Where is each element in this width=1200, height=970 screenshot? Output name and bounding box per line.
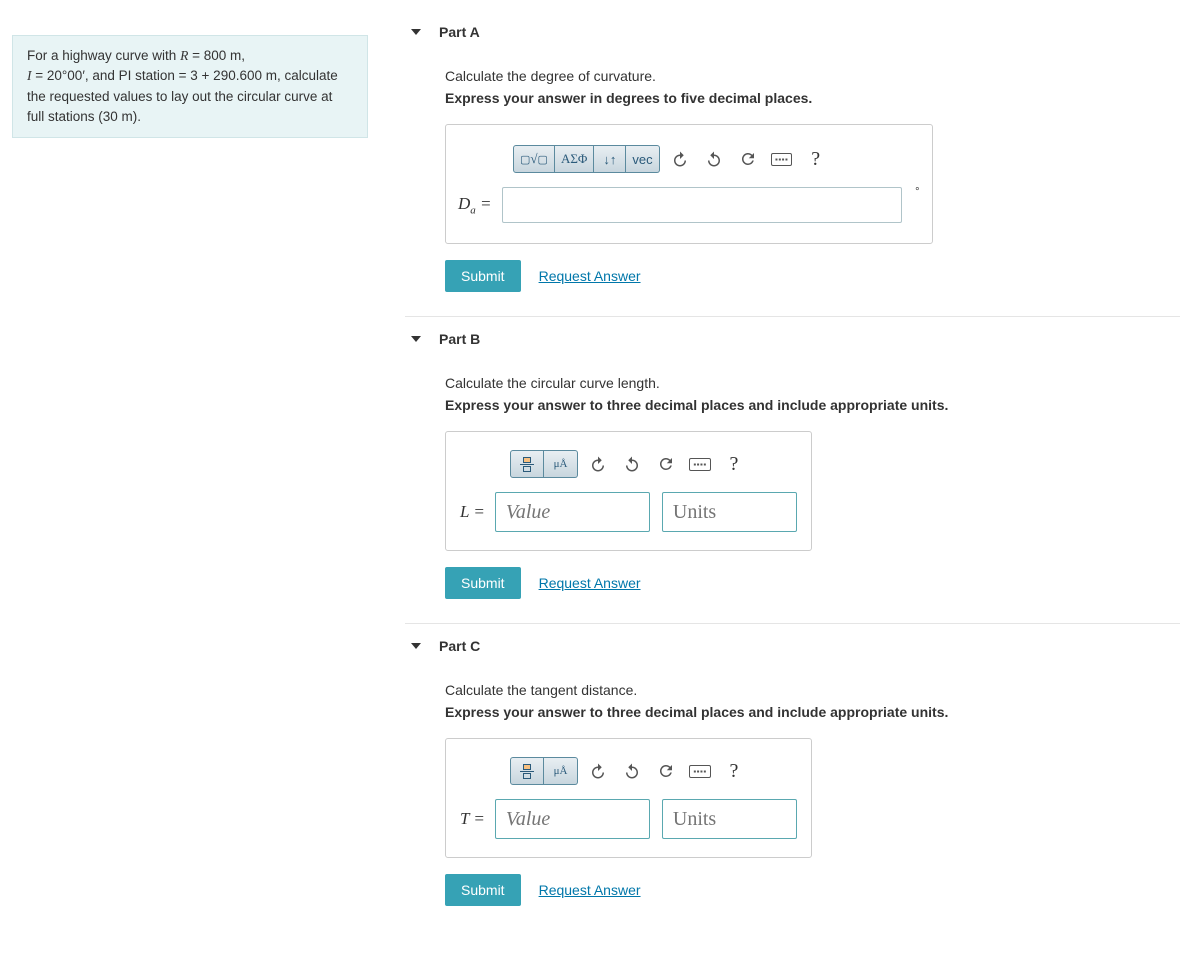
part-b-answer-frame: μÅ ▪▪▪▪ — [445, 431, 812, 551]
keyboard-button[interactable]: ▪▪▪▪ — [686, 450, 714, 478]
part-b: Part B Calculate the circular curve leng… — [405, 317, 1180, 624]
redo-button[interactable] — [618, 450, 646, 478]
question-statement: For a highway curve with R = 800 m, I = … — [12, 35, 368, 138]
reset-button[interactable] — [734, 145, 762, 173]
redo-button[interactable] — [700, 145, 728, 173]
part-b-units-input[interactable] — [662, 492, 797, 532]
reset-button[interactable] — [652, 757, 680, 785]
part-b-bold: Express your answer to three decimal pla… — [445, 397, 1180, 413]
part-b-instruction: Calculate the circular curve length. — [445, 375, 1180, 391]
keyboard-button[interactable]: ▪▪▪▪ — [686, 757, 714, 785]
part-a-header[interactable]: Part A — [405, 10, 1180, 54]
caret-down-icon — [411, 29, 421, 35]
greek-button[interactable]: ΑΣΦ — [555, 145, 594, 173]
part-b-value-input[interactable] — [495, 492, 650, 532]
degree-unit: ° — [915, 186, 919, 198]
fraction-template-button[interactable] — [510, 757, 544, 785]
part-a-title: Part A — [439, 24, 480, 40]
units-symbol-button[interactable]: μÅ — [544, 450, 578, 478]
caret-down-icon — [411, 336, 421, 342]
part-a-instruction: Calculate the degree of curvature. — [445, 68, 1180, 84]
part-a-answer-input[interactable] — [502, 187, 902, 223]
help-button[interactable]: ? — [720, 450, 748, 478]
redo-button[interactable] — [618, 757, 646, 785]
undo-button[interactable] — [584, 757, 612, 785]
help-button[interactable]: ? — [720, 757, 748, 785]
updown-button[interactable]: ↓↑ — [594, 145, 626, 173]
units-symbol-button[interactable]: μÅ — [544, 757, 578, 785]
part-a-var-label: Da = — [458, 194, 492, 216]
templates-button[interactable]: ▢√▢ — [513, 145, 555, 173]
part-b-request-answer-link[interactable]: Request Answer — [539, 575, 641, 591]
part-c-var-label: T = — [460, 809, 485, 829]
part-c-bold: Express your answer to three decimal pla… — [445, 704, 1180, 720]
undo-button[interactable] — [666, 145, 694, 173]
part-a: Part A Calculate the degree of curvature… — [405, 10, 1180, 317]
part-c-submit-button[interactable]: Submit — [445, 874, 521, 906]
part-b-title: Part B — [439, 331, 480, 347]
part-a-bold: Express your answer in degrees to five d… — [445, 90, 1180, 106]
part-c-header[interactable]: Part C — [405, 624, 1180, 668]
part-b-header[interactable]: Part B — [405, 317, 1180, 361]
part-a-submit-button[interactable]: Submit — [445, 260, 521, 292]
caret-down-icon — [411, 643, 421, 649]
vec-button[interactable]: vec — [626, 145, 659, 173]
part-c: Part C Calculate the tangent distance. E… — [405, 624, 1180, 930]
part-c-value-input[interactable] — [495, 799, 650, 839]
part-c-title: Part C — [439, 638, 480, 654]
reset-button[interactable] — [652, 450, 680, 478]
part-c-instruction: Calculate the tangent distance. — [445, 682, 1180, 698]
part-c-units-input[interactable] — [662, 799, 797, 839]
part-c-answer-frame: μÅ ▪▪▪▪ — [445, 738, 812, 858]
keyboard-button[interactable]: ▪▪▪▪ — [768, 145, 796, 173]
fraction-template-button[interactable] — [510, 450, 544, 478]
part-a-request-answer-link[interactable]: Request Answer — [539, 268, 641, 284]
undo-button[interactable] — [584, 450, 612, 478]
part-b-var-label: L = — [460, 502, 485, 522]
help-button[interactable]: ? — [802, 145, 830, 173]
part-c-request-answer-link[interactable]: Request Answer — [539, 882, 641, 898]
part-b-submit-button[interactable]: Submit — [445, 567, 521, 599]
part-a-answer-frame: ▢√▢ ΑΣΦ ↓↑ vec — [445, 124, 933, 244]
